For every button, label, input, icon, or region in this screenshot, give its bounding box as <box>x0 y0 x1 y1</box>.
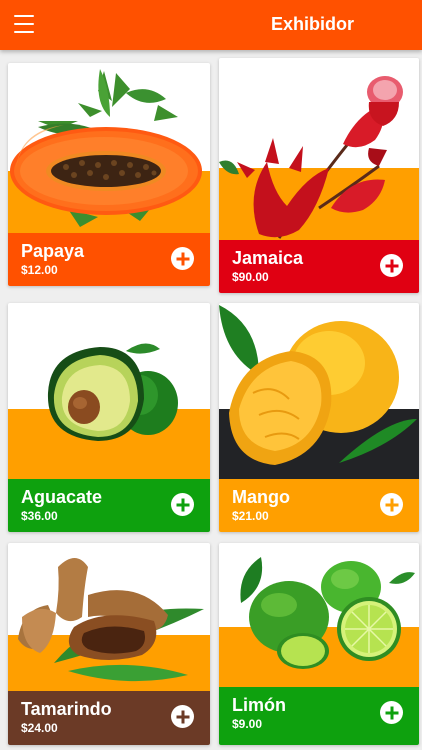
avocado-image <box>47 343 178 441</box>
product-price: $21.00 <box>232 509 269 523</box>
product-card-aguacate[interactable]: Aguacate $36.00 <box>8 303 210 532</box>
product-card-papaya[interactable]: Papaya $12.00 <box>8 63 210 286</box>
add-to-cart-plus-icon[interactable] <box>380 701 403 724</box>
product-name: Jamaica <box>232 248 304 268</box>
lime-image <box>240 557 415 669</box>
product-price: $9.00 <box>232 717 263 731</box>
product-info-bar: Limón $9.00 <box>219 687 419 745</box>
product-card-limon[interactable]: Limón $9.00 <box>219 543 419 745</box>
add-to-cart-plus-icon[interactable] <box>380 493 403 516</box>
mango-image <box>219 305 417 465</box>
product-card-mango[interactable]: Mango $21.00 <box>219 303 419 532</box>
papaya-image <box>10 69 202 227</box>
jamaica-flower-image <box>219 76 403 239</box>
menu-line <box>14 30 34 33</box>
product-info-bar: Tamarindo $24.00 <box>8 691 210 745</box>
product-info-bar: Jamaica $90.00 <box>219 240 419 293</box>
add-to-cart-plus-icon[interactable] <box>380 254 403 277</box>
product-name: Mango <box>232 487 290 507</box>
product-name: Limón <box>232 695 286 715</box>
product-info-bar: Mango $21.00 <box>219 479 419 532</box>
product-price: $90.00 <box>232 270 269 284</box>
menu-line <box>14 22 34 26</box>
product-name: Tamarindo <box>21 699 112 719</box>
product-price: $36.00 <box>21 509 58 523</box>
hamburger-menu-icon[interactable] <box>14 15 34 33</box>
tamarind-image <box>18 558 204 682</box>
product-price: $12.00 <box>21 263 58 277</box>
page-title: Exhibidor <box>270 14 354 34</box>
add-to-cart-plus-icon[interactable] <box>171 247 194 270</box>
product-info-bar: Aguacate $36.00 <box>8 479 210 532</box>
product-card-jamaica[interactable]: Jamaica $90.00 <box>219 58 419 293</box>
app-bar: Exhibidor <box>0 0 422 50</box>
product-name: Aguacate <box>21 487 103 507</box>
add-to-cart-plus-icon[interactable] <box>171 705 194 728</box>
product-card-tamarindo[interactable]: Tamarindo $24.00 <box>8 543 210 745</box>
add-to-cart-plus-icon[interactable] <box>171 493 194 516</box>
menu-line <box>14 15 34 18</box>
product-name: Papaya <box>21 241 85 261</box>
product-price: $24.00 <box>21 721 58 735</box>
product-info-bar: Papaya $12.00 <box>8 233 210 286</box>
